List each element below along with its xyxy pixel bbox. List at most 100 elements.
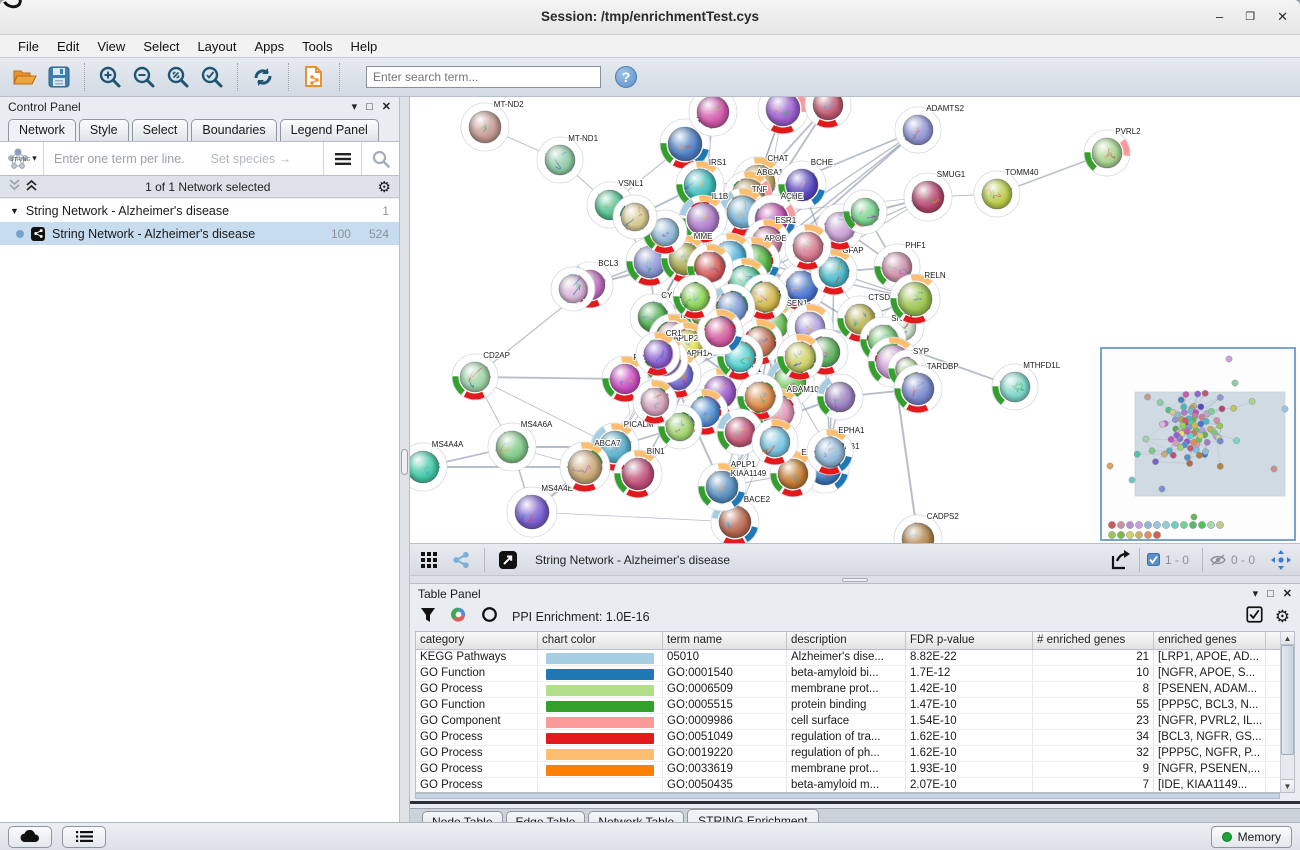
string-query-placeholder[interactable]: Enter one term per line. [54, 152, 185, 166]
network-node[interactable]: PVRL2 [1084, 127, 1141, 176]
share-view-icon[interactable] [448, 548, 474, 572]
maximize-button[interactable]: ❐ [1245, 8, 1255, 26]
refresh-button[interactable] [246, 62, 280, 92]
column-header-category[interactable]: category [416, 632, 538, 649]
table-row[interactable]: KEGG Pathways05010Alzheimer's dise...8.8… [416, 650, 1294, 666]
network-node[interactable] [843, 190, 887, 234]
scroll-up-icon[interactable]: ▲ [1281, 632, 1294, 645]
zoom-out-button[interactable] [127, 62, 161, 92]
zoom-fit-button[interactable] [161, 62, 195, 92]
network-node[interactable]: TARDBP [894, 362, 959, 413]
column-header-enriched-genes[interactable]: enriched genes [1154, 632, 1266, 649]
string-options-menu-icon[interactable] [323, 142, 361, 175]
network-options-gear-icon[interactable]: ⚙ [378, 178, 391, 196]
zoom-selected-button[interactable] [195, 62, 229, 92]
table-horizontal-scrollbar[interactable] [415, 793, 1280, 799]
splitter-handle[interactable] [401, 449, 408, 475]
table-close-icon[interactable]: ✕ [1283, 587, 1292, 600]
table-row[interactable]: GO ComponentGO:0009986cell surface1.54E-… [416, 714, 1294, 730]
menu-select[interactable]: Select [135, 37, 187, 56]
tab-style[interactable]: Style [79, 119, 129, 141]
network-node[interactable]: ADAMTS2 [895, 104, 965, 153]
task-list-button[interactable] [62, 826, 106, 848]
network-node[interactable] [633, 380, 677, 424]
network-node[interactable] [673, 275, 717, 319]
network-from-file-button[interactable] [297, 62, 331, 92]
network-node[interactable]: MS4A4E [507, 484, 573, 537]
network-node[interactable]: MT-ND1 [537, 134, 599, 183]
network-node[interactable]: TOMM40 [974, 168, 1039, 217]
menu-layout[interactable]: Layout [189, 37, 244, 56]
panel-restore-icon[interactable]: □ [366, 101, 373, 113]
table-row[interactable]: GO ProcessGO:0006509membrane prot...1.42… [416, 682, 1294, 698]
navigator-toggle-icon[interactable] [1268, 548, 1294, 572]
collection-expand-icon[interactable]: ▼ [10, 206, 19, 216]
table-row[interactable]: GO ProcessGO:0019220regulation of ph...1… [416, 746, 1294, 762]
menu-file[interactable]: File [10, 37, 47, 56]
scrollbar-thumb[interactable] [1281, 645, 1294, 755]
network-node[interactable] [758, 97, 808, 134]
minimize-button[interactable]: – [1216, 8, 1223, 26]
birds-eye-view[interactable] [1100, 347, 1296, 541]
network-node[interactable]: MS4A6A [488, 420, 553, 471]
enrichment-chart-icon[interactable] [450, 606, 467, 628]
column-header-FDR-p-value[interactable]: FDR p-value [906, 632, 1033, 649]
export-network-icon[interactable] [1107, 548, 1133, 572]
column-header-chart-color[interactable]: chart color [538, 632, 663, 649]
memory-button[interactable]: Memory [1211, 826, 1292, 848]
menu-edit[interactable]: Edit [49, 37, 87, 56]
tab-select[interactable]: Select [132, 119, 189, 141]
tab-legend-panel[interactable]: Legend Panel [280, 119, 379, 141]
panel-float-icon[interactable]: ▾ [352, 100, 358, 113]
search-input[interactable] [366, 66, 601, 88]
table-row[interactable]: GO ProcessGO:0050435beta-amyloid m...2.0… [416, 778, 1294, 793]
column-header-description[interactable]: description [787, 632, 906, 649]
table-row[interactable]: GO FunctionGO:0005515protein binding1.47… [416, 698, 1294, 714]
collapse-all-icon[interactable] [8, 179, 21, 194]
table-vertical-scrollbar[interactable]: ▲ ▼ [1280, 631, 1295, 793]
string-search-icon[interactable] [361, 142, 399, 175]
network-node[interactable]: CADPS2 [894, 512, 959, 543]
filter-icon[interactable] [420, 607, 436, 628]
open-session-button[interactable] [8, 62, 42, 92]
horizontal-splitter[interactable] [410, 575, 1300, 584]
set-species-hint[interactable]: Set species → [211, 152, 292, 166]
network-node[interactable] [817, 374, 863, 420]
table-row[interactable]: GO ProcessGO:0033619membrane prot...1.93… [416, 762, 1294, 778]
grid-view-icon[interactable] [416, 548, 442, 572]
menu-apps[interactable]: Apps [247, 37, 293, 56]
network-node[interactable] [689, 97, 737, 136]
column-header--enriched-genes[interactable]: # enriched genes [1033, 632, 1154, 649]
cloud-tasks-button[interactable] [8, 826, 52, 848]
select-columns-icon[interactable] [1246, 606, 1263, 628]
column-header-term-name[interactable]: term name [663, 632, 787, 649]
table-row[interactable]: GO FunctionGO:0001540beta-amyloid bi...1… [416, 666, 1294, 682]
menu-help[interactable]: Help [343, 37, 386, 56]
network-node[interactable] [551, 267, 595, 311]
tab-network[interactable]: Network [8, 119, 76, 141]
save-session-button[interactable] [42, 62, 76, 92]
network-node[interactable] [613, 195, 657, 239]
zoom-in-button[interactable] [93, 62, 127, 92]
close-button[interactable]: ✕ [1277, 8, 1288, 26]
network-node[interactable]: CD2AP [452, 351, 510, 400]
ring-chart-icon[interactable] [481, 606, 498, 628]
table-settings-gear-icon[interactable]: ⚙ [1275, 607, 1290, 627]
network-canvas[interactable]: MT-ND2MT-ND1VSNL1GAB2ADAMTS2PVRL2SMUG1TO… [410, 97, 1300, 543]
panel-close-icon[interactable]: ✕ [382, 100, 391, 113]
help-button[interactable]: ? [615, 66, 637, 88]
network-row[interactable]: String Network - Alzheimer's disease 100… [0, 222, 399, 245]
menu-tools[interactable]: Tools [294, 37, 340, 56]
network-node[interactable]: MS4A4A [410, 440, 464, 491]
menu-view[interactable]: View [89, 37, 133, 56]
table-row[interactable]: GO ProcessGO:0051049regulation of tra...… [416, 730, 1294, 746]
panel-splitter[interactable] [400, 97, 410, 822]
network-node[interactable]: MT-ND2 [461, 100, 524, 151]
expand-all-icon[interactable] [25, 179, 38, 194]
detach-view-icon[interactable] [495, 548, 521, 572]
network-collection-row[interactable]: ▼ String Network - Alzheimer's disease 1 [0, 199, 399, 222]
table-float-icon[interactable]: ▾ [1253, 587, 1259, 600]
table-restore-icon[interactable]: □ [1267, 588, 1274, 600]
tab-boundaries[interactable]: Boundaries [191, 119, 276, 141]
network-node[interactable]: MTHFD1L [992, 361, 1061, 410]
